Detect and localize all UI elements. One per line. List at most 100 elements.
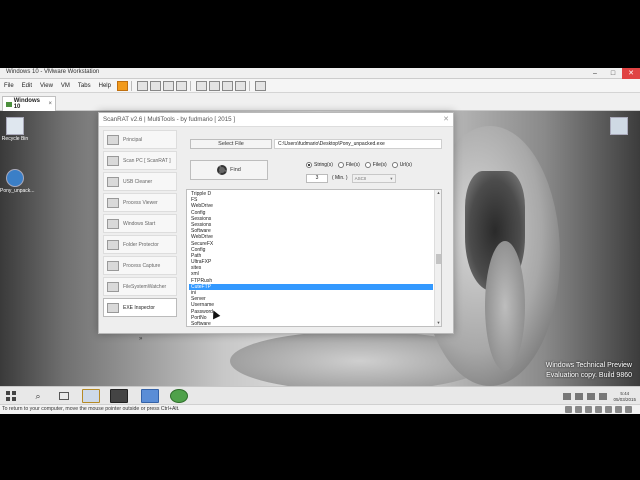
sidebar-item-label: Scan PC [ ScanRAT ] xyxy=(123,157,171,164)
results-scrollbar[interactable]: ▲ ▼ xyxy=(434,190,441,326)
display-icon[interactable] xyxy=(625,406,632,413)
sound-card-icon[interactable] xyxy=(605,406,612,413)
sidebar-item-folder-protector[interactable]: Folder Protector xyxy=(103,235,177,254)
clock[interactable]: 5:44 05/03/2015 xyxy=(613,391,636,402)
wallpaper-shape xyxy=(485,241,525,371)
list-item[interactable]: Software xyxy=(189,321,433,326)
maximize-button[interactable]: □ xyxy=(604,68,622,79)
sidebar-item-scan-pc[interactable]: Scan PC [ ScanRAT ] xyxy=(103,151,177,170)
radio-urls[interactable]: Url(s) xyxy=(391,162,412,168)
evaluation-watermark: Windows Technical Preview Evaluation cop… xyxy=(546,361,632,381)
send-ctrl-alt-del-icon[interactable] xyxy=(136,80,148,91)
app-titlebar[interactable]: ScanRAT v2.6 | MultiTools - by fudmario … xyxy=(99,113,453,127)
sidebar-item-filesystemwatcher[interactable]: FileSystemWatcher xyxy=(103,277,177,296)
scanrat-taskbar-icon[interactable] xyxy=(141,389,159,403)
vmware-menubar: File Edit View VM Tabs Help xyxy=(0,79,640,93)
thumbnail-icon[interactable] xyxy=(208,80,220,91)
sidebar: Principal Scan PC [ ScanRAT ] USB Cleane… xyxy=(103,130,179,342)
vmware-titlebar: Windows 10 - VMware Workstation – □ ✕ xyxy=(0,68,640,79)
menu-view[interactable]: View xyxy=(36,83,57,89)
scanrat-window: ScanRAT v2.6 | MultiTools - by fudmario … xyxy=(98,112,454,342)
results-list[interactable]: Tripple D FS WebDrive Config Sessions Session… xyxy=(186,189,442,327)
network-icon[interactable] xyxy=(587,393,596,400)
sidebar-item-usb-cleaner[interactable]: USB Cleaner xyxy=(103,172,177,191)
scroll-thumb[interactable] xyxy=(436,254,441,264)
min-length-label: ( Min. ) xyxy=(332,175,348,181)
vmware-statusbar: To return to your computer, move the mou… xyxy=(0,404,640,414)
unity-icon[interactable] xyxy=(234,80,246,91)
menu-vm[interactable]: VM xyxy=(57,83,74,89)
windows-logo-icon xyxy=(6,391,16,401)
min-length-stepper[interactable]: 3 xyxy=(306,173,328,183)
file-path-field[interactable]: C:\Users\fudmario\Desktop\Pony_unpacked.… xyxy=(274,139,442,149)
scroll-up-icon[interactable]: ▲ xyxy=(435,190,441,196)
taskbar-app-icon[interactable] xyxy=(170,389,188,403)
tab-windows-10[interactable]: Windows 10 × xyxy=(2,96,56,111)
task-view-button[interactable] xyxy=(55,389,73,403)
radio-files-2[interactable]: File(s) xyxy=(364,162,387,168)
toolbar-separator xyxy=(130,80,132,91)
task-view-icon xyxy=(59,392,69,400)
status-message: To return to your computer, move the mou… xyxy=(2,406,180,412)
file-explorer-icon[interactable] xyxy=(82,389,100,403)
toolbar-separator xyxy=(189,80,191,91)
watcher-icon xyxy=(107,281,119,292)
console-view-icon[interactable] xyxy=(254,80,266,91)
radio-strings[interactable]: String(s) xyxy=(306,162,333,168)
search-icon[interactable]: ⌕ xyxy=(29,389,47,403)
window-controls: – □ ✕ xyxy=(586,68,640,79)
device-status-icons xyxy=(565,406,632,413)
suspend-icon[interactable] xyxy=(116,80,128,91)
tab-close-icon[interactable]: × xyxy=(48,101,52,107)
radio-files[interactable]: File(s) xyxy=(337,162,360,168)
revert-snapshot-icon[interactable] xyxy=(162,80,174,91)
desktop-icon-recycle-bin[interactable]: Recycle Bin xyxy=(0,117,30,142)
results-items: Tripple D FS WebDrive Config Sessions Session… xyxy=(189,191,433,326)
select-file-button[interactable]: Select File xyxy=(190,139,272,149)
taskbar-app-icon[interactable] xyxy=(110,389,128,403)
network-adapter-icon[interactable] xyxy=(585,406,592,413)
close-button[interactable]: ✕ xyxy=(622,68,640,79)
printer-icon[interactable] xyxy=(615,406,622,413)
keyboard-icon[interactable] xyxy=(563,393,572,400)
usb-device-icon[interactable] xyxy=(595,406,602,413)
sidebar-item-windows-start[interactable]: Windows Start xyxy=(103,214,177,233)
snapshot-manager-icon[interactable] xyxy=(175,80,187,91)
recycle-bin-icon xyxy=(610,117,628,135)
sidebar-item-principal[interactable]: Principal xyxy=(103,130,177,149)
app-close-icon[interactable]: ✕ xyxy=(443,115,449,123)
start-button[interactable] xyxy=(3,389,21,403)
sidebar-collapse-icon[interactable]: » xyxy=(139,336,142,342)
windows-start-icon xyxy=(107,218,119,229)
snapshot-icon[interactable] xyxy=(149,80,161,91)
menu-tabs[interactable]: Tabs xyxy=(74,83,95,89)
find-button[interactable]: Find xyxy=(190,160,268,180)
minimize-button[interactable]: – xyxy=(586,68,604,79)
sidebar-item-process-capture[interactable]: Process Capture xyxy=(103,256,177,275)
menu-edit[interactable]: Edit xyxy=(18,83,36,89)
desktop-icon-recycle-bin-right[interactable] xyxy=(604,117,634,136)
sidebar-item-label: EXE Inspector xyxy=(123,304,155,311)
sidebar-item-label: Process Capture xyxy=(123,262,161,269)
recycle-bin-icon xyxy=(6,117,24,135)
usb-icon xyxy=(107,176,119,187)
desktop-icon-exe[interactable]: Pony_unpack... xyxy=(0,169,34,194)
cd-drive-icon[interactable] xyxy=(575,406,582,413)
menu-help[interactable]: Help xyxy=(95,83,115,89)
sidebar-item-label: Folder Protector xyxy=(123,241,159,248)
desktop-icon-label: Pony_unpack... xyxy=(0,188,35,194)
notification-icon[interactable] xyxy=(575,393,584,400)
hard-disk-icon[interactable] xyxy=(565,406,572,413)
sidebar-item-label: Principal xyxy=(123,136,143,143)
sidebar-item-process-viewer[interactable]: Process Viewer xyxy=(103,193,177,212)
library-icon[interactable] xyxy=(195,80,207,91)
encoding-select[interactable]: ASCII xyxy=(351,173,396,183)
scroll-down-icon[interactable]: ▼ xyxy=(435,320,441,326)
full-screen-icon[interactable] xyxy=(221,80,233,91)
sidebar-item-exe-inspector[interactable]: EXE Inspector xyxy=(103,298,177,317)
volume-icon[interactable] xyxy=(599,393,608,400)
sidebar-item-label: Process Viewer xyxy=(123,199,158,206)
clock-date: 05/03/2015 xyxy=(613,396,636,402)
menu-file[interactable]: File xyxy=(0,83,18,89)
vmware-window-title: Windows 10 - VMware Workstation xyxy=(6,69,100,75)
